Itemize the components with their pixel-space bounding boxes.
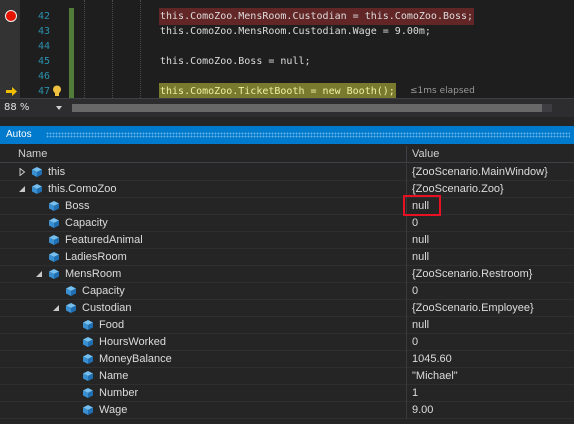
variable-value[interactable]: 1 <box>412 386 418 401</box>
table-row[interactable]: Capacity 0 <box>0 215 574 232</box>
lightbulb-icon[interactable] <box>52 85 62 97</box>
variable-name: FeaturedAnimal <box>65 234 143 246</box>
table-row[interactable]: Food null <box>0 317 574 334</box>
table-row[interactable]: MoneyBalance 1045.60 <box>0 351 574 368</box>
collapsed-arrow-icon[interactable] <box>18 168 26 176</box>
column-divider <box>406 215 407 232</box>
table-row[interactable]: Name "Michael" <box>0 368 574 385</box>
property-icon <box>49 235 59 245</box>
property-icon <box>83 371 93 381</box>
editor-zoom-bar: 88 % <box>0 98 574 117</box>
zoom-level[interactable]: 88 % <box>4 101 29 115</box>
variable-name: Capacity <box>82 285 125 297</box>
instruction-pointer-icon[interactable] <box>6 87 17 96</box>
variable-name: Capacity <box>65 217 108 229</box>
variable-name: Name <box>99 370 129 382</box>
horizontal-scrollbar[interactable] <box>72 104 552 112</box>
variable-name: LadiesRoom <box>65 251 127 263</box>
property-icon <box>49 252 59 262</box>
expanded-arrow-icon[interactable] <box>35 270 43 278</box>
table-row[interactable]: Boss null <box>0 198 574 215</box>
property-icon <box>83 337 93 347</box>
property-icon <box>49 218 59 228</box>
column-divider <box>406 402 407 419</box>
variable-value[interactable]: null <box>412 233 429 248</box>
variable-value[interactable]: "Michael" <box>412 369 458 384</box>
variable-value[interactable]: 0 <box>412 335 418 350</box>
variable-name: this.ComoZoo <box>48 183 117 195</box>
code-text[interactable]: this.ComoZoo.TicketBooth = new Booth(); <box>159 83 396 98</box>
name-column-header[interactable]: Name <box>18 147 47 162</box>
chevron-down-icon[interactable] <box>56 106 62 110</box>
code-editor[interactable]: 42 this.ComoZoo.MensRoom.Custodian = thi… <box>0 0 574 98</box>
table-row[interactable]: Custodian {ZooScenario.Employee} <box>0 300 574 317</box>
variable-value[interactable]: 9.00 <box>412 403 433 418</box>
property-icon <box>83 354 93 364</box>
variable-name: Wage <box>99 404 128 416</box>
property-icon <box>49 201 59 211</box>
variable-name: this <box>48 166 66 178</box>
object-icon <box>32 184 42 194</box>
column-divider <box>406 385 407 402</box>
variable-name: Custodian <box>82 302 132 314</box>
variable-value[interactable]: 0 <box>412 284 418 299</box>
table-row[interactable]: FeaturedAnimal null <box>0 232 574 249</box>
table-row[interactable]: MensRoom {ZooScenario.Restroom} <box>0 266 574 283</box>
variable-value[interactable]: 1045.60 <box>412 352 452 367</box>
variable-name: Number <box>99 387 139 399</box>
property-icon <box>66 303 76 313</box>
variable-value[interactable]: null <box>412 318 429 333</box>
variable-name: MensRoom <box>65 268 122 280</box>
breakpoint-icon[interactable] <box>5 10 17 22</box>
pane-title: Autos <box>6 129 32 140</box>
line-number: 47 <box>37 86 50 97</box>
column-divider <box>406 283 407 300</box>
table-row[interactable]: LadiesRoom null <box>0 249 574 266</box>
column-divider <box>406 164 407 181</box>
variable-value[interactable]: 0 <box>412 216 418 231</box>
table-row[interactable]: this {ZooScenario.MainWindow} <box>0 164 574 181</box>
column-header: Name Value <box>0 146 574 163</box>
column-splitter[interactable] <box>406 146 407 163</box>
expanded-arrow-icon[interactable] <box>18 185 26 193</box>
table-row[interactable]: Wage 9.00 <box>0 402 574 419</box>
variable-name: Boss <box>65 200 90 212</box>
drag-grip[interactable] <box>46 132 570 138</box>
column-divider <box>406 334 407 351</box>
column-divider <box>406 249 407 266</box>
scrollbar-thumb[interactable] <box>72 104 542 112</box>
change-indicator <box>69 83 74 98</box>
property-icon <box>49 269 59 279</box>
property-icon <box>83 320 93 330</box>
column-divider <box>406 266 407 283</box>
variable-name: Food <box>99 319 125 331</box>
variable-value[interactable]: null <box>412 250 429 265</box>
value-column-header[interactable]: Value <box>412 147 439 162</box>
table-row[interactable]: HoursWorked 0 <box>0 334 574 351</box>
object-icon <box>32 167 42 177</box>
perf-tip[interactable]: ≤1ms elapsed <box>410 83 475 98</box>
column-divider <box>406 232 407 249</box>
variable-value[interactable]: {ZooScenario.Restroom} <box>412 267 532 282</box>
highlight-box <box>403 195 441 216</box>
variable-value[interactable]: {ZooScenario.MainWindow} <box>412 165 548 180</box>
column-divider <box>406 368 407 385</box>
property-icon <box>83 388 93 398</box>
variable-name: MoneyBalance <box>99 353 172 365</box>
variable-name: HoursWorked <box>99 336 167 348</box>
variable-value[interactable]: {ZooScenario.Employee} <box>412 301 534 316</box>
autos-title-bar[interactable]: Autos <box>0 126 574 144</box>
column-divider <box>406 351 407 368</box>
table-row[interactable]: this.ComoZoo {ZooScenario.Zoo} <box>0 181 574 198</box>
column-divider <box>406 300 407 317</box>
table-row[interactable]: Capacity 0 <box>0 283 574 300</box>
property-icon <box>66 286 76 296</box>
autos-grid: this {ZooScenario.MainWindow} this.ComoZoo… <box>0 164 574 424</box>
expanded-arrow-icon[interactable] <box>52 304 60 312</box>
property-icon <box>83 405 93 415</box>
column-divider <box>406 317 407 334</box>
code-line[interactable]: 47 this.ComoZoo.TicketBooth = new Booth(… <box>0 83 574 98</box>
table-row[interactable]: Number 1 <box>0 385 574 402</box>
